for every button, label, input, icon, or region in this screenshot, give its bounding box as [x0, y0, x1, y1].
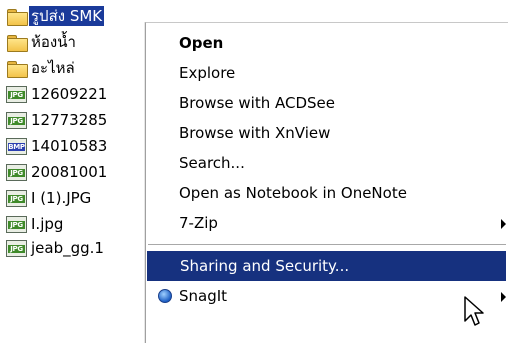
- file-name: 20081001: [31, 163, 108, 181]
- folder-icon: [6, 8, 28, 26]
- menu-item-browse-acdsee[interactable]: Browse with ACDSee: [146, 88, 506, 118]
- menu-item-open-onenote[interactable]: Open as Notebook in OneNote: [146, 178, 506, 208]
- file-list: รูปส่ง SMK ห้องน้ำ อะไหล่ JPG 12609221 J…: [0, 0, 160, 334]
- file-item-i-1-jpg[interactable]: JPG I (1).JPG: [6, 186, 93, 210]
- file-item-jeab-gg[interactable]: JPG jeab_gg.1: [6, 236, 106, 260]
- context-menu: Open Explore Browse with ACDSee Browse w…: [145, 22, 508, 343]
- file-item-folder-a-lai[interactable]: อะไหล่: [6, 56, 77, 80]
- file-name: 12773285: [31, 111, 108, 129]
- file-item-12773285[interactable]: JPG 12773285: [6, 108, 109, 132]
- menu-item-snagit[interactable]: SnagIt: [146, 281, 506, 311]
- file-item-14010583[interactable]: BMP 14010583: [6, 134, 109, 158]
- snagit-icon: [158, 289, 172, 303]
- menu-item-label: 7-Zip: [179, 214, 218, 232]
- jpg-file-icon: JPG: [6, 163, 27, 181]
- menu-item-7zip[interactable]: 7-Zip: [146, 208, 506, 238]
- file-name: ห้องน้ำ: [31, 33, 76, 51]
- menu-item-label: SnagIt: [179, 287, 228, 305]
- file-name: jeab_gg.1: [31, 239, 104, 257]
- file-name: I (1).JPG: [31, 189, 92, 207]
- menu-item-explore[interactable]: Explore: [146, 58, 506, 88]
- mouse-pointer-icon: [464, 296, 484, 326]
- file-item-i-jpg[interactable]: JPG I.jpg: [6, 212, 65, 236]
- file-item-folder-rup-song-smk[interactable]: รูปส่ง SMK: [6, 4, 105, 28]
- jpg-file-icon: JPG: [6, 111, 27, 129]
- bmp-file-icon: BMP: [6, 137, 27, 155]
- folder-icon: [6, 60, 28, 78]
- jpg-file-icon: JPG: [6, 189, 27, 207]
- submenu-arrow-icon: [501, 292, 506, 302]
- folder-icon: [6, 34, 28, 52]
- jpg-file-icon: JPG: [6, 85, 27, 103]
- file-name: I.jpg: [31, 215, 64, 233]
- file-item-12609221[interactable]: JPG 12609221: [6, 82, 109, 106]
- submenu-arrow-icon: [501, 219, 506, 229]
- jpg-file-icon: JPG: [6, 215, 27, 233]
- menu-item-browse-xnview[interactable]: Browse with XnView: [146, 118, 506, 148]
- file-name: 14010583: [31, 137, 108, 155]
- menu-item-search[interactable]: Search...: [146, 148, 506, 178]
- file-name: 12609221: [31, 85, 108, 103]
- jpg-file-icon: JPG: [6, 239, 27, 257]
- file-item-folder-hong-nam[interactable]: ห้องน้ำ: [6, 30, 78, 54]
- file-item-20081001[interactable]: JPG 20081001: [6, 160, 109, 184]
- file-name: อะไหล่: [31, 59, 75, 77]
- file-name: รูปส่ง SMK: [29, 6, 105, 26]
- menu-item-open[interactable]: Open: [146, 28, 506, 58]
- menu-separator: [148, 244, 506, 246]
- menu-item-sharing-security[interactable]: Sharing and Security...: [147, 251, 506, 281]
